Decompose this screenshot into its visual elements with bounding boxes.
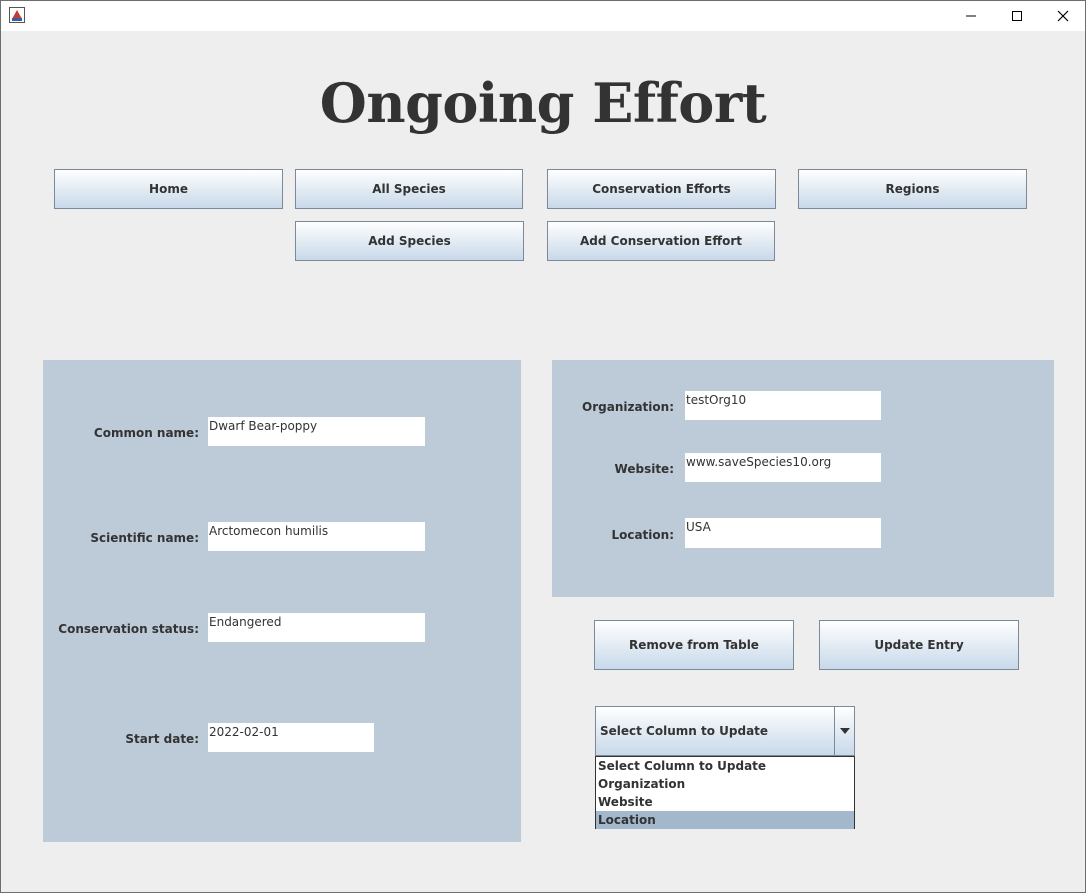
location-label: Location:: [611, 528, 674, 542]
conservation-status-label: Conservation status:: [58, 622, 199, 636]
close-icon[interactable]: [1040, 1, 1086, 31]
title-bar: [1, 1, 1085, 31]
organization-label: Organization:: [582, 400, 674, 414]
scientific-name-label: Scientific name:: [90, 531, 199, 545]
option-select-column[interactable]: Select Column to Update: [596, 757, 854, 775]
app-window: Ongoing Effort Home All Species Conserva…: [0, 0, 1086, 893]
species-panel: Common name: Dwarf Bear-poppy Scientific…: [43, 360, 521, 842]
start-date-label: Start date:: [125, 732, 199, 746]
remove-from-table-button[interactable]: Remove from Table: [594, 620, 794, 670]
add-conservation-effort-button[interactable]: Add Conservation Effort: [547, 221, 775, 261]
all-species-button[interactable]: All Species: [295, 169, 523, 209]
organization-field[interactable]: testOrg10: [685, 391, 881, 420]
scientific-name-field[interactable]: Arctomecon humilis: [208, 522, 425, 551]
organization-panel: Organization: testOrg10 Website: www.sav…: [552, 360, 1054, 597]
website-label: Website:: [614, 462, 674, 476]
common-name-field[interactable]: Dwarf Bear-poppy: [208, 417, 425, 446]
column-select-popup: Select Column to Update Organization Web…: [595, 756, 855, 829]
update-entry-button[interactable]: Update Entry: [819, 620, 1019, 670]
option-location[interactable]: Location: [596, 811, 854, 829]
location-field[interactable]: USA: [685, 518, 881, 548]
column-select-value: Select Column to Update: [600, 724, 769, 738]
minimize-icon[interactable]: [948, 1, 994, 31]
add-species-button[interactable]: Add Species: [295, 221, 524, 261]
regions-button[interactable]: Regions: [798, 169, 1027, 209]
website-field[interactable]: www.saveSpecies10.org: [685, 453, 881, 482]
option-website[interactable]: Website: [596, 793, 854, 811]
column-select-dropdown[interactable]: Select Column to Update: [595, 706, 855, 756]
conservation-efforts-button[interactable]: Conservation Efforts: [547, 169, 776, 209]
maximize-icon[interactable]: [994, 1, 1040, 31]
page-title: Ongoing Effort: [319, 71, 767, 135]
option-organization[interactable]: Organization: [596, 775, 854, 793]
chevron-down-icon[interactable]: [834, 707, 854, 755]
java-app-icon: [9, 7, 25, 23]
start-date-field[interactable]: 2022-02-01: [208, 723, 374, 752]
home-button[interactable]: Home: [54, 169, 283, 209]
conservation-status-field[interactable]: Endangered: [208, 613, 425, 642]
common-name-label: Common name:: [93, 426, 199, 440]
